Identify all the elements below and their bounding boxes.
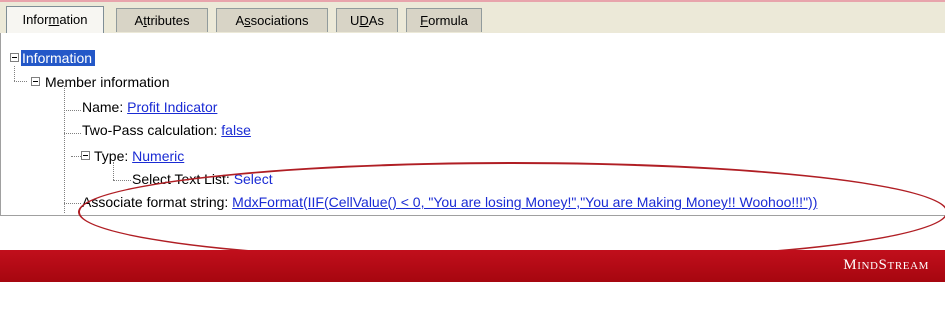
tree-node-name[interactable]: Name: Profit Indicator [82, 97, 217, 117]
tab-accesskey: m [48, 12, 60, 27]
tab-label: Infor [22, 12, 49, 27]
tab-label: A [235, 13, 245, 28]
tree-node-type[interactable]: Type: Numeric [94, 146, 184, 166]
tab-label: sociations [250, 13, 309, 28]
tab-attributes[interactable]: Attributes [116, 8, 208, 32]
member-name-link[interactable]: Profit Indicator [127, 99, 217, 115]
property-label: Type: [94, 148, 129, 164]
tab-label: ormula [428, 13, 468, 28]
tab-label: ation [59, 12, 88, 27]
collapse-icon[interactable] [81, 151, 90, 160]
tree-node-information[interactable]: Information [21, 48, 96, 68]
tree-connector [14, 66, 15, 81]
tree-connector [64, 110, 81, 111]
tab-label: U [350, 13, 360, 28]
tree-connector [64, 86, 65, 213]
two-pass-link[interactable]: false [221, 122, 251, 138]
property-label: Name: [82, 99, 124, 115]
property-label: Two-Pass calculation: [82, 122, 218, 138]
tab-udas[interactable]: UDAs [336, 8, 398, 32]
tree-connector [71, 156, 81, 157]
tab-label: As [368, 13, 384, 28]
tree-connector [113, 180, 131, 181]
collapse-icon[interactable] [10, 53, 19, 62]
footer-bar: MindStream [0, 250, 945, 282]
tree-node-label: Member information [45, 74, 170, 90]
tree-node-two-pass[interactable]: Two-Pass calculation: false [82, 120, 251, 140]
tree-node-member-information[interactable]: Member information [45, 72, 170, 92]
tab-accesskey: F [420, 13, 429, 28]
tab-label: tributes [146, 13, 190, 28]
tree-node-label: Information [21, 50, 96, 66]
collapse-icon[interactable] [31, 77, 40, 86]
tree-connector [14, 81, 27, 82]
tab-formula[interactable]: Formula [406, 8, 482, 32]
tab-information[interactable]: Information [6, 6, 104, 34]
tab-accesskey: D [359, 13, 369, 28]
highlight-ellipse [78, 162, 945, 262]
tab-associations[interactable]: Associations [216, 8, 328, 32]
tree-connector [64, 133, 81, 134]
type-link[interactable]: Numeric [132, 148, 184, 164]
tab-bar: Information Attributes Associations UDAs… [0, 2, 945, 34]
tree-connector [64, 203, 81, 204]
brand-logo-text: MindStream [843, 257, 929, 273]
tab-label: A [134, 13, 144, 28]
